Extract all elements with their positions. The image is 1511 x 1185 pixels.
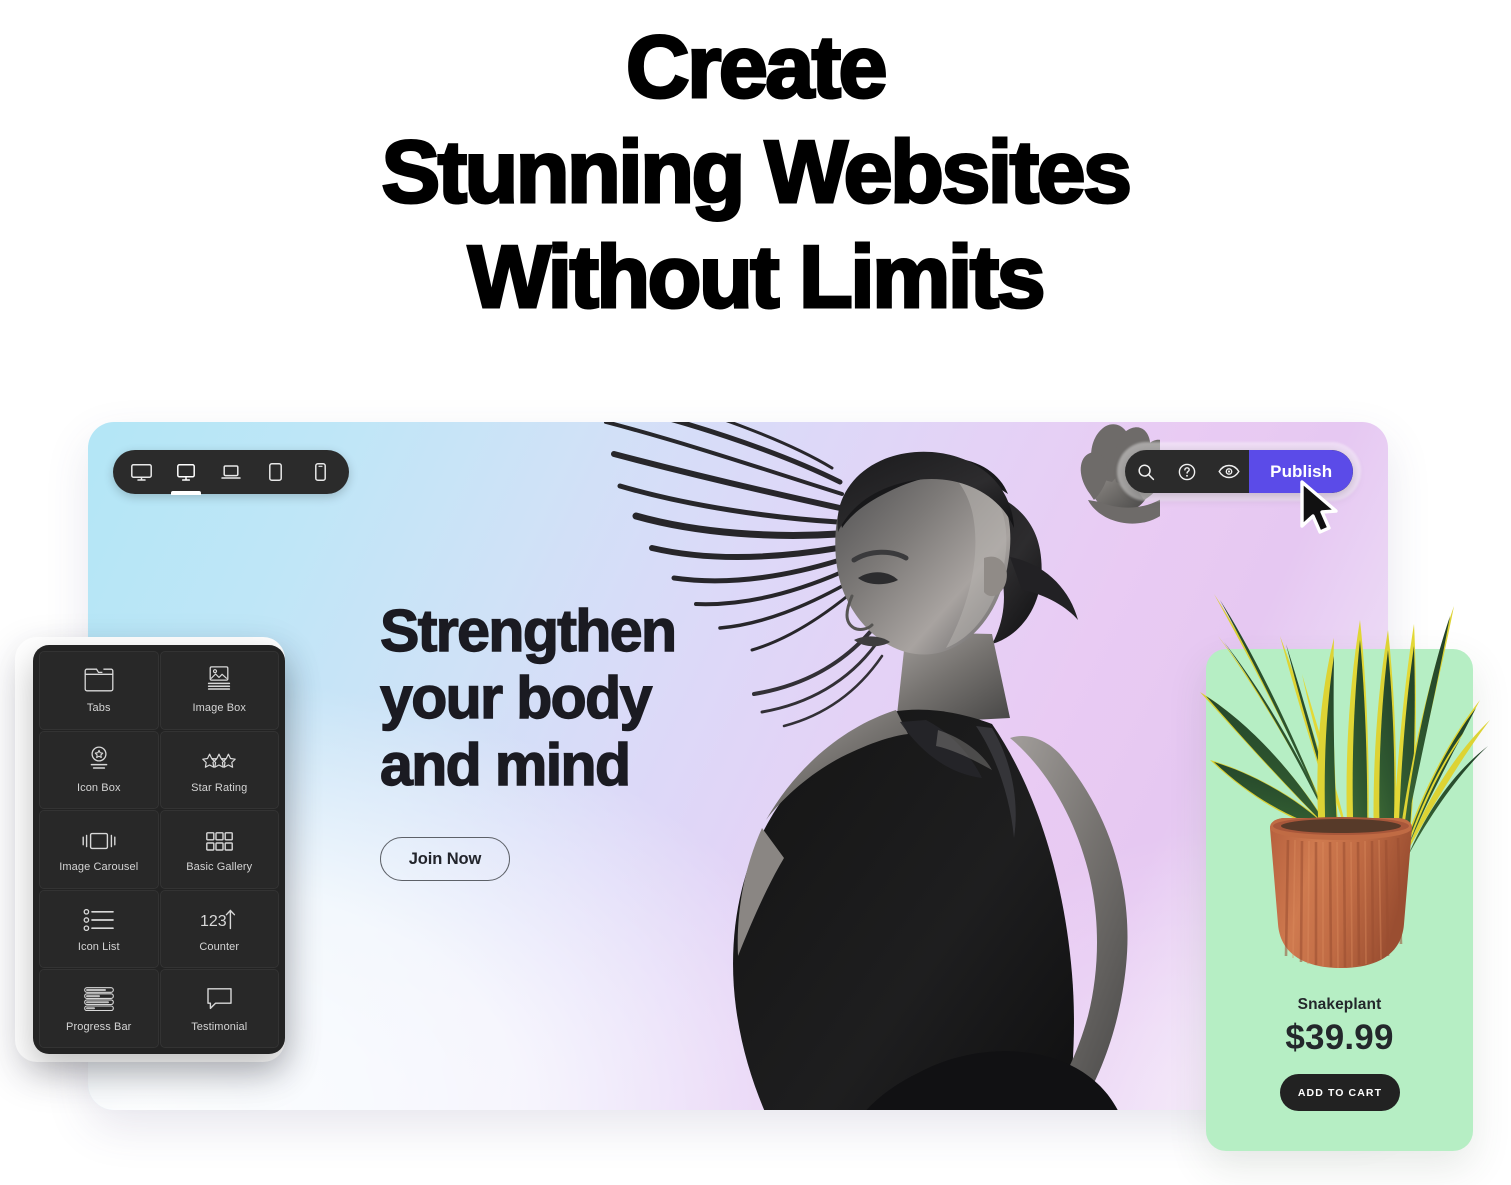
device-button-desktop[interactable] bbox=[167, 450, 205, 494]
testimonial-speech-bubble-icon bbox=[206, 985, 233, 1011]
svg-text:123: 123 bbox=[200, 913, 227, 930]
hero-title-line-3: and mind bbox=[379, 731, 631, 798]
icon-box-star-icon bbox=[86, 746, 112, 772]
widget-counter[interactable]: 123 Counter bbox=[159, 889, 279, 969]
widget-icon-box[interactable]: Icon Box bbox=[39, 730, 159, 810]
widget-label: Image Box bbox=[192, 702, 246, 715]
counter-123-arrow-icon: 123 bbox=[200, 905, 238, 931]
laptop-icon bbox=[221, 464, 241, 479]
widget-label: Icon Box bbox=[76, 781, 121, 794]
widget-basic-gallery[interactable]: Basic Gallery bbox=[159, 810, 279, 889]
device-button-mobile[interactable] bbox=[302, 450, 340, 494]
mobile-phone-icon bbox=[315, 463, 327, 481]
widget-label: Basic Gallery bbox=[186, 861, 253, 874]
star-rating-icon bbox=[200, 746, 238, 772]
headline-line-3: Without Limits bbox=[466, 226, 1047, 328]
search-button[interactable] bbox=[1125, 450, 1166, 493]
device-button-tablet[interactable] bbox=[257, 450, 295, 494]
device-button-widescreen[interactable] bbox=[122, 450, 160, 494]
hero-title: Strengthen your body and mind bbox=[379, 597, 677, 799]
widget-label: Image Carousel bbox=[59, 861, 139, 874]
widget-tabs[interactable]: Tabs bbox=[39, 651, 159, 730]
search-icon bbox=[1138, 463, 1154, 480]
device-preview-toolbar[interactable] bbox=[113, 450, 349, 494]
progress-bar-icon bbox=[83, 985, 114, 1011]
tablet-icon bbox=[269, 463, 283, 481]
join-now-button[interactable]: Join Now bbox=[380, 837, 510, 881]
desktop-monitor-icon bbox=[177, 463, 196, 481]
widescreen-monitor-icon bbox=[130, 463, 152, 481]
publish-button[interactable]: Publish bbox=[1249, 450, 1353, 493]
device-button-laptop[interactable] bbox=[212, 450, 250, 494]
tabs-folder-icon bbox=[84, 666, 114, 692]
headline-line-2: Stunning Websites bbox=[380, 121, 1133, 223]
headline-line-1: Create bbox=[625, 16, 889, 118]
widget-panel: Tabs Image Box Icon Box Star Rating Imag… bbox=[33, 645, 285, 1054]
hero-title-line-1: Strengthen bbox=[379, 597, 677, 664]
widget-label: Tabs bbox=[86, 702, 111, 715]
hero-title-line-2: your body bbox=[379, 664, 653, 731]
widget-label: Testimonial bbox=[191, 1020, 248, 1033]
widget-label: Icon List bbox=[77, 941, 120, 954]
icon-list-icon bbox=[83, 905, 115, 932]
add-to-cart-button[interactable]: ADD TO CART bbox=[1280, 1074, 1400, 1111]
eye-preview-icon bbox=[1218, 464, 1240, 479]
preview-button[interactable] bbox=[1208, 450, 1249, 493]
widget-progress-bar[interactable]: Progress Bar bbox=[39, 969, 159, 1048]
help-circle-icon bbox=[1178, 463, 1196, 480]
help-button[interactable] bbox=[1166, 450, 1207, 493]
widget-label: Star Rating bbox=[191, 781, 248, 794]
publish-toolbar[interactable]: Publish bbox=[1125, 450, 1353, 493]
image-carousel-icon bbox=[82, 825, 116, 851]
widget-label: Progress Bar bbox=[66, 1020, 132, 1033]
widget-star-rating[interactable]: Star Rating bbox=[159, 730, 279, 810]
hero-content: Strengthen your body and mind Join Now bbox=[379, 597, 678, 881]
product-name: Snakeplant bbox=[1297, 996, 1382, 1013]
product-price: $39.99 bbox=[1285, 1018, 1394, 1057]
image-box-icon bbox=[206, 666, 232, 692]
basic-gallery-grid-icon bbox=[205, 825, 233, 852]
widget-image-carousel[interactable]: Image Carousel bbox=[39, 810, 159, 889]
widget-icon-list[interactable]: Icon List bbox=[39, 889, 159, 969]
widget-testimonial[interactable]: Testimonial bbox=[159, 969, 279, 1048]
widget-image-box[interactable]: Image Box bbox=[159, 651, 279, 730]
page-root: Create Stunning Websites Without Limits bbox=[0, 0, 1511, 1185]
widget-label: Counter bbox=[199, 941, 240, 954]
page-title: Create Stunning Websites Without Limits bbox=[0, 14, 1511, 329]
